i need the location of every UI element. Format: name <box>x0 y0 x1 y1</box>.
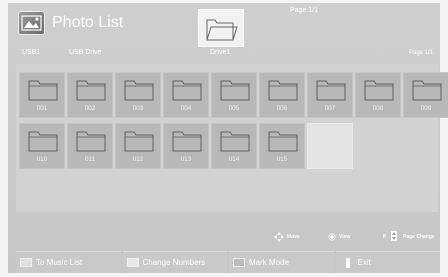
to-music-list-button[interactable]: To Music List <box>16 251 121 273</box>
folder-icon <box>220 131 250 152</box>
legend-move: Move <box>287 234 300 240</box>
folder-label: 003 <box>132 105 144 112</box>
legend-view: View <box>339 234 351 240</box>
red-key-icon <box>20 258 32 267</box>
folder-label: 012 <box>132 156 144 163</box>
folder-icon <box>268 131 298 152</box>
path-folder: Drive1 <box>210 49 231 56</box>
photo-list-screen: Photo List Page 1/1 USB1 USB Drive Drive… <box>8 3 448 273</box>
folder-icon <box>220 80 250 101</box>
page-updown-icon <box>391 231 397 241</box>
folder-tile[interactable]: 011 <box>67 123 113 169</box>
folder-label: 014 <box>228 156 240 163</box>
folder-tile[interactable]: 015 <box>259 123 305 169</box>
folder-icon <box>28 131 58 152</box>
folder-label: 001 <box>36 105 48 112</box>
folder-icon <box>364 80 394 101</box>
folder-label: 004 <box>180 105 192 112</box>
folder-preview-icon <box>198 9 244 47</box>
folder-icon <box>268 80 298 101</box>
folder-grid: 001 002 003 004 005 006 007 008 009 010 011 012 013 0… <box>16 64 448 212</box>
folder-tile[interactable]: 012 <box>115 123 161 169</box>
folder-icon <box>316 80 346 101</box>
yellow-key-icon <box>233 258 245 267</box>
dpad-icon <box>274 232 284 242</box>
change-numbers-button[interactable]: Change Numbers <box>122 251 227 273</box>
app-title: Photo List <box>52 14 124 31</box>
folder-icon <box>76 131 106 152</box>
folder-label: 015 <box>276 156 288 163</box>
folder-tile[interactable]: 007 <box>307 72 353 118</box>
folder-tile[interactable]: 008 <box>355 72 401 118</box>
exit-icon <box>345 258 350 268</box>
green-key-icon <box>126 258 139 267</box>
folder-icon <box>124 80 154 101</box>
folder-label: 013 <box>180 156 192 163</box>
folder-tile[interactable]: 004 <box>163 72 209 118</box>
folder-tile[interactable]: 014 <box>211 123 257 169</box>
function-button-bar: To Music List Change Numbers Mark Mode E… <box>16 251 440 273</box>
folder-tile[interactable]: 005 <box>211 72 257 118</box>
folder-label: 007 <box>324 105 336 112</box>
exit-button[interactable]: Exit <box>335 251 440 273</box>
folder-tile[interactable]: 002 <box>67 72 113 118</box>
path-drive-name: USB Drive <box>69 49 102 56</box>
page-indicator-right: Page 1/1 <box>409 50 434 56</box>
empty-tile[interactable] <box>307 123 353 169</box>
folder-label: 010 <box>36 156 48 163</box>
folder-icon <box>172 131 202 152</box>
folder-icon <box>412 80 442 101</box>
path-device: USB1 <box>22 49 41 56</box>
folder-icon <box>76 80 106 101</box>
legend-page-change: Page Change <box>403 234 435 240</box>
folder-tile[interactable]: 010 <box>19 123 65 169</box>
folder-label: 002 <box>84 105 96 112</box>
folder-label: 011 <box>84 156 96 163</box>
folder-tile[interactable]: 006 <box>259 72 305 118</box>
folder-icon <box>124 131 154 152</box>
folder-tile[interactable]: 003 <box>115 72 161 118</box>
header: Photo List Page 1/1 USB1 USB Drive Drive… <box>8 3 440 61</box>
folder-label: 006 <box>276 105 288 112</box>
folder-tile[interactable]: 009 <box>403 72 448 118</box>
folder-label: 005 <box>228 105 240 112</box>
folder-label: 009 <box>420 105 432 112</box>
page-indicator: Page 1/1 <box>290 7 319 14</box>
folder-icon <box>28 80 58 101</box>
folder-label: 008 <box>372 105 384 112</box>
enter-icon <box>328 233 336 241</box>
folder-tile[interactable]: 001 <box>19 72 65 118</box>
folder-tile[interactable]: 013 <box>163 123 209 169</box>
photo-icon <box>18 11 45 35</box>
mark-mode-button[interactable]: Mark Mode <box>229 251 334 273</box>
folder-icon <box>172 80 202 101</box>
legend-p-label: P <box>383 234 387 240</box>
